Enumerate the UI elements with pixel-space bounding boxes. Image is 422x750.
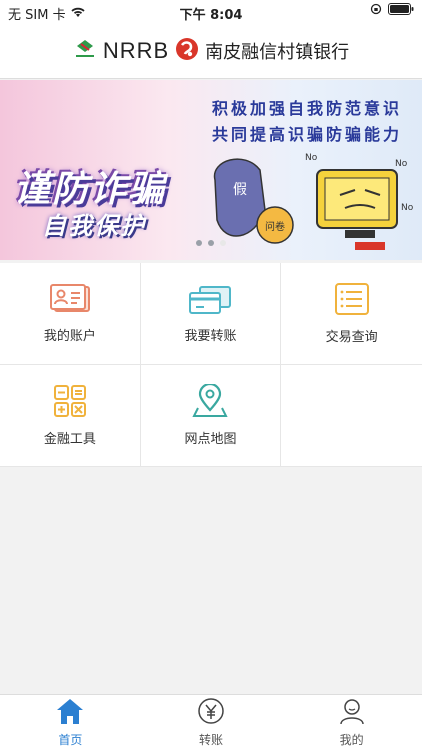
menu-item-label: 金融工具 xyxy=(43,432,96,447)
status-right xyxy=(370,3,414,19)
menu-item-empty xyxy=(281,365,422,467)
home-icon xyxy=(55,697,85,729)
svg-text:No: No xyxy=(401,203,414,213)
tab-label: 首页 xyxy=(58,733,83,747)
carousel-dot[interactable] xyxy=(208,240,214,246)
menu-item-transaction-query[interactable]: 交易查询 xyxy=(281,263,422,365)
carousel-dot-active[interactable] xyxy=(220,240,226,246)
logo-text: NRRB xyxy=(102,38,170,63)
tab-mine[interactable]: 我的 xyxy=(281,695,422,750)
svg-text:假: 假 xyxy=(233,182,247,198)
yuan-icon xyxy=(196,697,226,729)
svg-text:No: No xyxy=(305,153,318,163)
tab-bar: 首页 转账 我的 xyxy=(0,694,422,750)
bank-emblem-icon xyxy=(73,38,97,64)
menu-item-my-account[interactable]: 我的账户 xyxy=(0,263,141,365)
banner-sub-title: 自我保护 xyxy=(42,212,146,240)
transaction-list-icon xyxy=(334,282,370,316)
map-pin-icon xyxy=(192,384,229,418)
tab-label: 我的 xyxy=(339,733,364,747)
menu-item-branch-map[interactable]: 网点地图 xyxy=(140,365,282,467)
tab-label: 转账 xyxy=(199,733,224,747)
banner-slogan-line1: 积极加强自我防范意识 xyxy=(211,99,402,118)
status-bar: 无 SIM 卡 下午 8:04 xyxy=(0,0,422,24)
tab-home[interactable]: 首页 xyxy=(0,695,141,750)
account-card-icon xyxy=(49,283,91,315)
menu-item-label: 交易查询 xyxy=(325,330,378,345)
banner-slogan: 积极加强自我防范意识 共同提高识骗防骗能力 xyxy=(212,96,402,148)
promo-banner[interactable]: 积极加强自我防范意识 共同提高识骗防骗能力 假 问卷 No No No 谨防诈骗… xyxy=(0,80,422,260)
orientation-lock-icon xyxy=(370,3,382,19)
app-header: NRRB 南皮融信村镇银行 xyxy=(0,24,422,79)
carousel-dot[interactable] xyxy=(196,240,202,246)
calculator-icon xyxy=(53,384,87,418)
banner-main-title: 谨防诈骗 xyxy=(14,169,167,210)
banner-slogan-line2: 共同提高识骗防骗能力 xyxy=(211,125,402,144)
function-grid: 我的账户 我要转账 交易查询 金融工具 网点地图 xyxy=(0,263,422,467)
bank-name: 南皮融信村镇银行 xyxy=(205,42,350,63)
menu-item-transfer[interactable]: 我要转账 xyxy=(140,263,282,365)
status-time: 下午 8:04 xyxy=(179,8,243,23)
transfer-cards-icon xyxy=(188,283,232,315)
svg-text:No: No xyxy=(395,159,408,169)
battery-icon xyxy=(388,3,414,19)
menu-item-label: 我的账户 xyxy=(43,329,96,344)
carousel-dots xyxy=(0,240,422,246)
tab-transfer[interactable]: 转账 xyxy=(141,695,282,750)
menu-item-label: 我要转账 xyxy=(184,329,237,344)
bank-logo-icon xyxy=(175,37,199,65)
user-icon xyxy=(337,697,367,729)
menu-item-financial-tools[interactable]: 金融工具 xyxy=(0,365,141,467)
menu-item-label: 网点地图 xyxy=(184,432,237,447)
svg-text:问卷: 问卷 xyxy=(265,220,285,233)
